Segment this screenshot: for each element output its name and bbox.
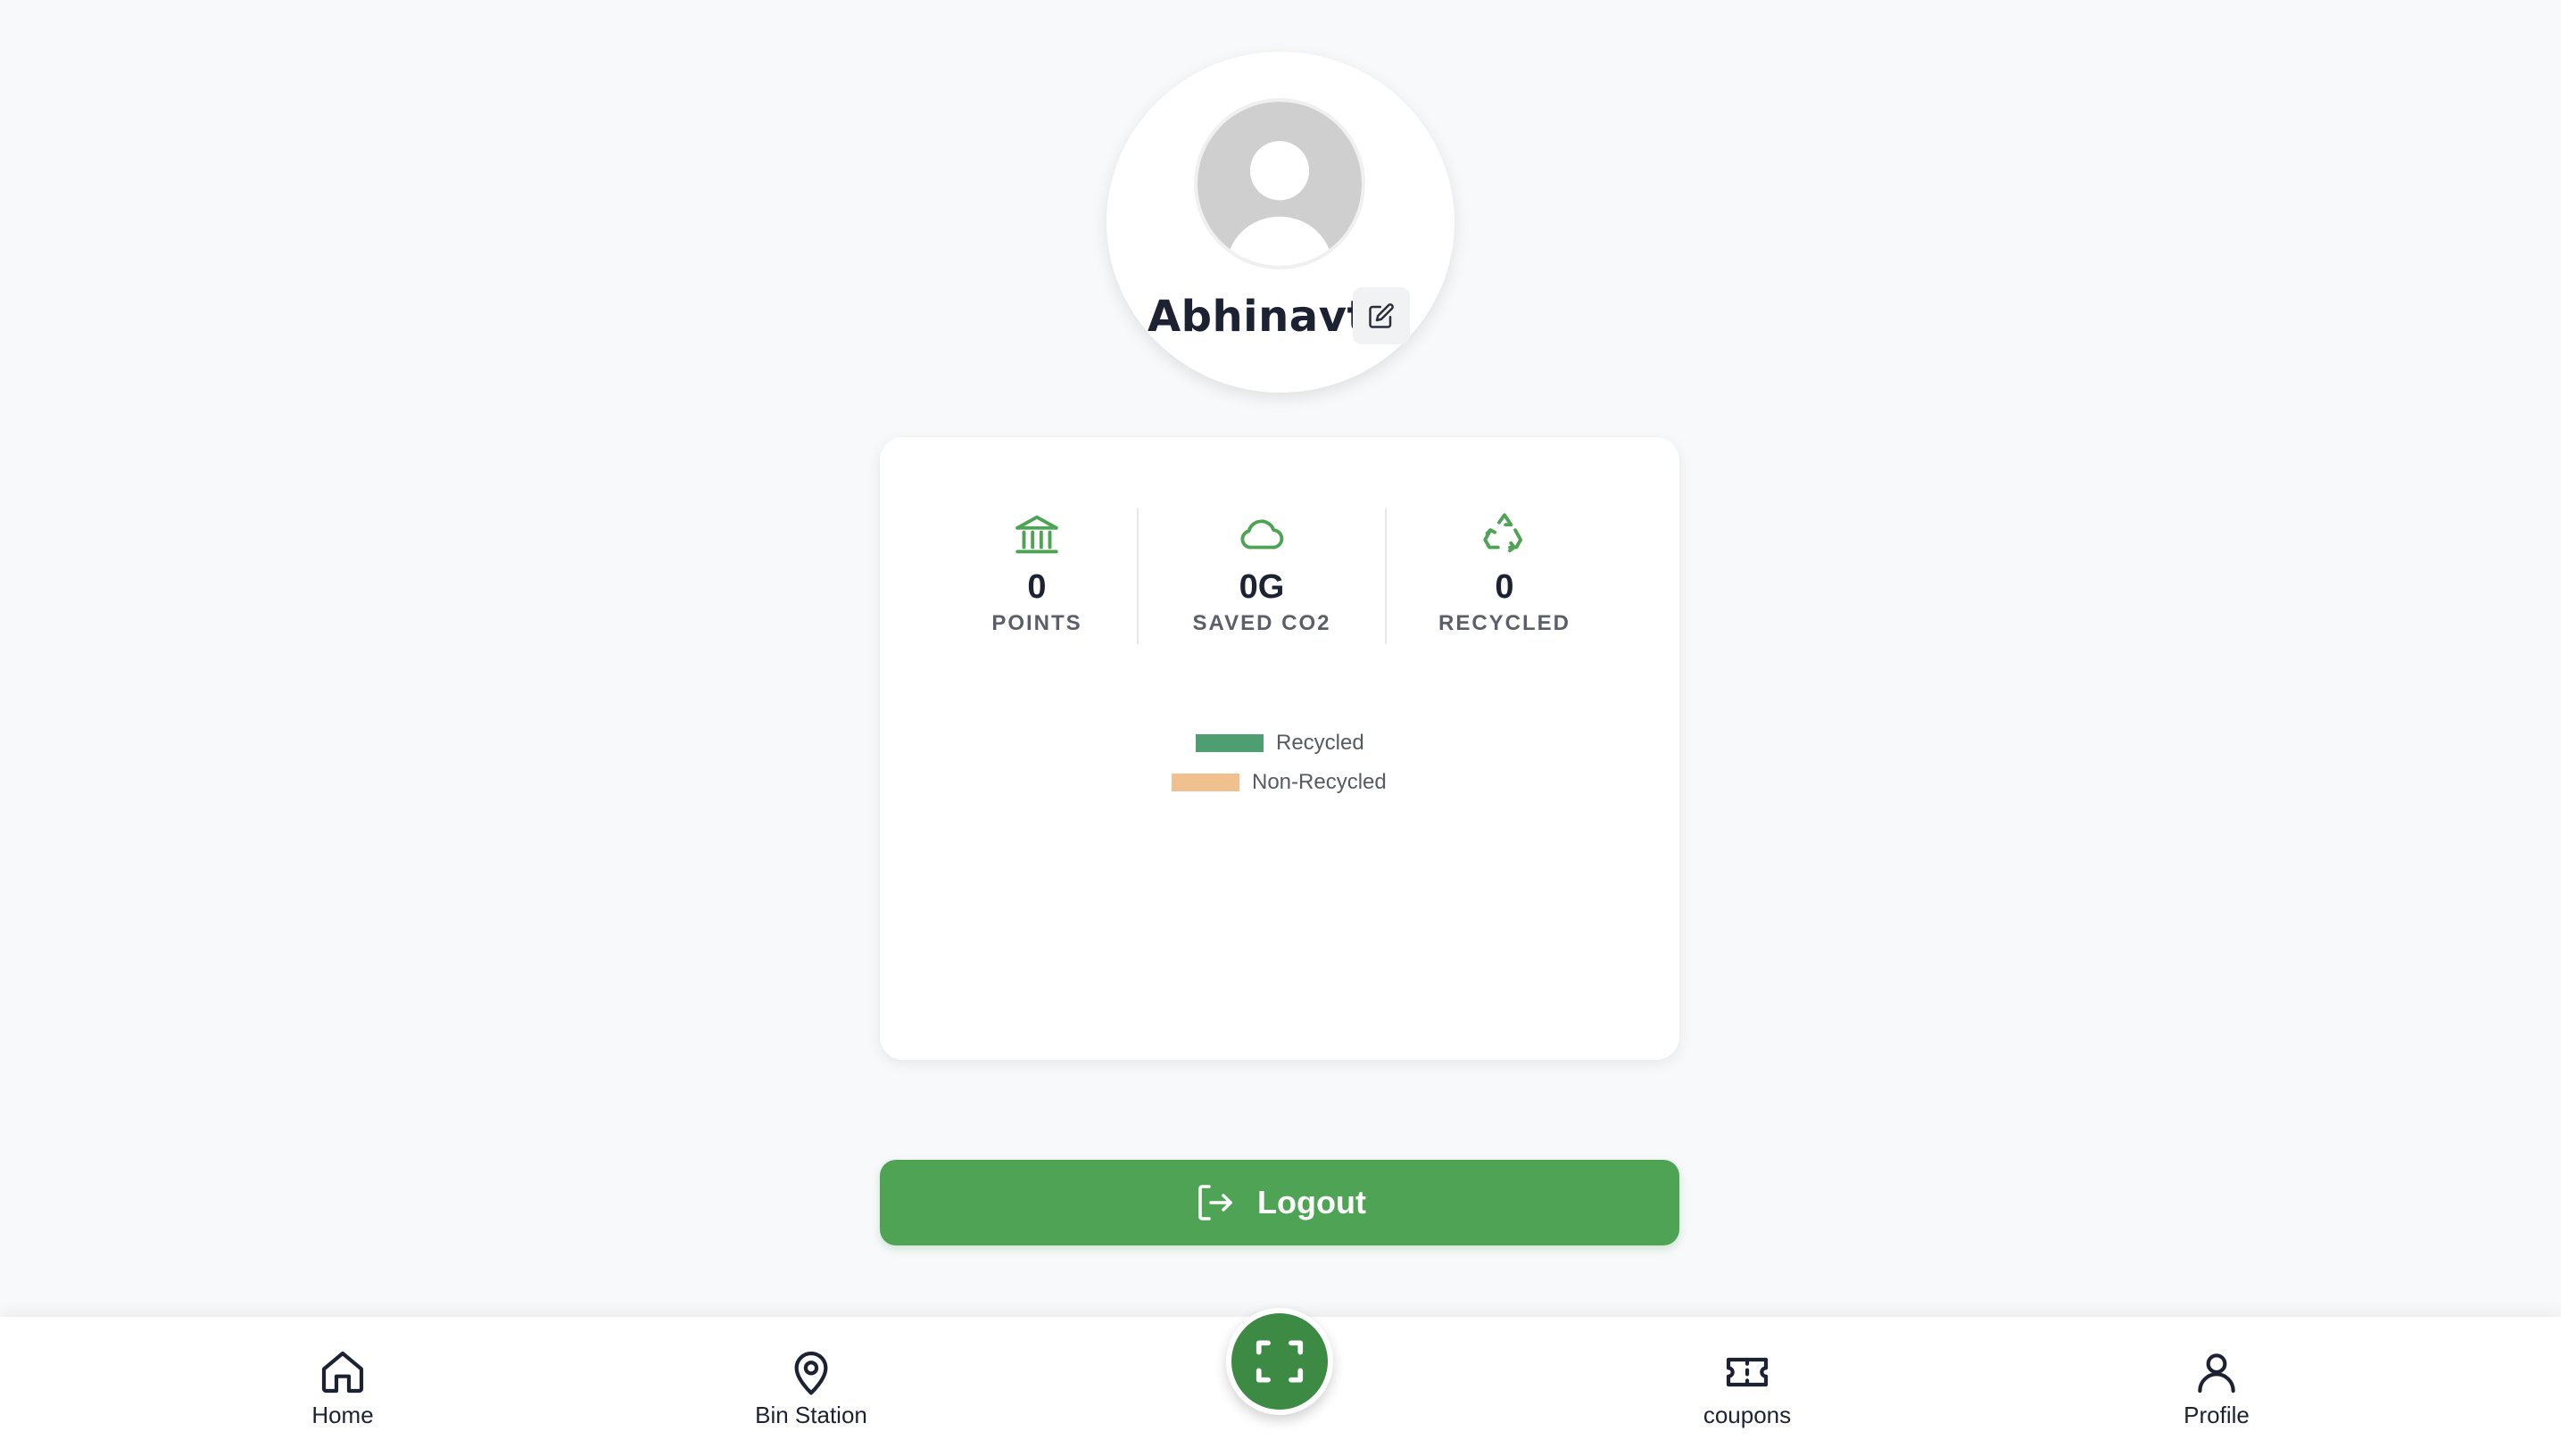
- nav-label-bin-station: Bin Station: [755, 1402, 867, 1428]
- points-label: POINTS: [991, 611, 1082, 635]
- profile-page: Abhinavt 0 POINTS 0G SAVED CO2 0 RECYCLE…: [0, 0, 2561, 1456]
- nav-item-profile[interactable]: Profile: [2109, 1347, 2324, 1429]
- legend-label-recycled: Recycled: [1276, 731, 1364, 755]
- edit-profile-button[interactable]: [1353, 287, 1410, 344]
- legend-label-non-recycled: Non-Recycled: [1252, 770, 1387, 794]
- nav-label-coupons: coupons: [1703, 1402, 1792, 1428]
- stat-points: 0 POINTS: [921, 509, 1153, 637]
- default-user-avatar-icon: [1198, 102, 1362, 266]
- cloud-icon: [1240, 519, 1284, 550]
- nav-item-bin-station[interactable]: Bin Station: [704, 1347, 918, 1429]
- user-icon: [2198, 1353, 2235, 1394]
- stat-saved-co2: 0G SAVED CO2: [1146, 509, 1378, 637]
- edit-icon: [1369, 303, 1394, 328]
- username: Abhinavt: [1148, 292, 1368, 342]
- home-icon: [321, 1351, 364, 1394]
- logout-icon: [1198, 1185, 1232, 1220]
- logout-label: Logout: [1257, 1184, 1366, 1220]
- nav-item-coupons[interactable]: coupons: [1640, 1347, 1854, 1429]
- recycling-pie-chart: [1101, 812, 1458, 1035]
- recycled-value: 0: [1495, 568, 1514, 606]
- logout-button[interactable]: Logout: [880, 1160, 1679, 1245]
- recycle-icon: [1483, 513, 1523, 553]
- legend-item-recycled[interactable]: Recycled: [1196, 730, 1364, 757]
- points-value: 0: [1027, 568, 1047, 606]
- scan-button[interactable]: [1226, 1308, 1333, 1415]
- ticket-icon: [1726, 1357, 1769, 1387]
- legend-swatch-recycled: [1196, 734, 1264, 752]
- stat-divider: [1385, 509, 1387, 644]
- nav-item-home[interactable]: Home: [236, 1347, 450, 1429]
- legend-item-non-recycled[interactable]: Non-Recycled: [1172, 769, 1387, 796]
- map-pin-icon: [794, 1351, 828, 1395]
- scan-frame-icon: [1256, 1340, 1304, 1383]
- nav-label-profile: Profile: [2184, 1402, 2250, 1428]
- saved-co2-label: SAVED CO2: [1192, 611, 1331, 635]
- stat-recycled: 0 RECYCLED: [1388, 509, 1620, 637]
- legend-swatch-non-recycled: [1172, 774, 1239, 791]
- stat-divider: [1137, 509, 1139, 644]
- nav-label-home: Home: [311, 1402, 374, 1428]
- bank-icon: [1015, 515, 1058, 554]
- recycled-label: RECYCLED: [1438, 611, 1571, 635]
- saved-co2-value: 0G: [1239, 568, 1285, 606]
- avatar[interactable]: [1194, 98, 1365, 269]
